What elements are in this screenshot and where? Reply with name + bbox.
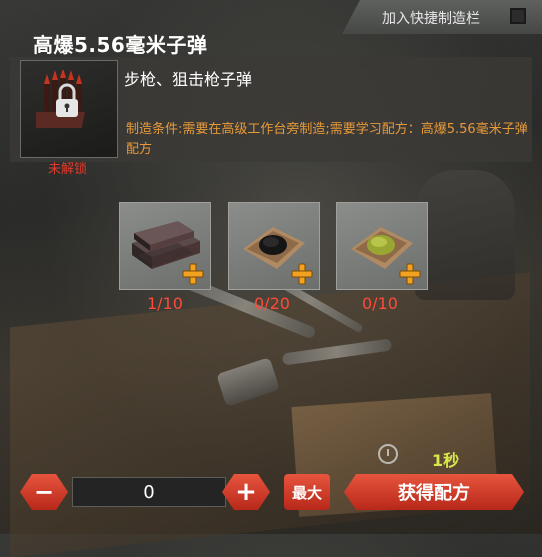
- minus-label: −: [33, 478, 55, 506]
- add-material-icon[interactable]: [399, 263, 421, 285]
- page-title: 高爆5.56毫米子弹: [33, 33, 208, 57]
- max-quantity-button[interactable]: 最大: [284, 474, 330, 510]
- get-recipe-button[interactable]: 获得配方: [344, 474, 524, 510]
- add-material-icon[interactable]: [182, 263, 204, 285]
- quickcraft-label: 加入快捷制造栏: [382, 11, 480, 27]
- quantity-input[interactable]: 0: [72, 477, 226, 507]
- material-slot-yellow-powder[interactable]: [336, 202, 428, 290]
- clock-icon: [378, 444, 398, 464]
- material-count-yellow-powder: 0/10: [362, 294, 398, 313]
- material-count-black-powder: 0/20: [254, 294, 290, 313]
- background-lamp: [415, 170, 515, 300]
- locked-ammo-box-icon: [36, 70, 86, 128]
- recipe-category: 步枪、狙击枪子弹: [124, 70, 253, 89]
- recipe-condition-text: 制造条件:需要在高级工作台旁制造;需要学习配方：高爆5.56毫米子弹配方: [126, 122, 528, 157]
- lock-status-label: 未解锁: [48, 162, 88, 177]
- material-slot-black-powder[interactable]: [228, 202, 320, 290]
- get-recipe-label: 获得配方: [398, 483, 470, 504]
- material-slot-ingot[interactable]: [119, 202, 211, 290]
- quantity-value: 0: [143, 481, 155, 503]
- add-material-icon[interactable]: [291, 263, 313, 285]
- quickcraft-checkbox[interactable]: [510, 8, 526, 24]
- craft-time-label: 1秒: [432, 451, 460, 470]
- max-label: 最大: [291, 483, 322, 502]
- plus-label: +: [235, 477, 257, 507]
- material-count-ingot: 1/10: [147, 294, 183, 313]
